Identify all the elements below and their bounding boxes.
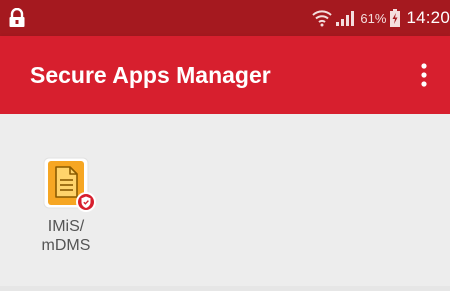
app-grid: IMiS/ mDMS [0, 114, 450, 291]
bottom-divider [0, 286, 450, 291]
status-bar: 61% 14:20 [0, 0, 450, 36]
app-title: Secure Apps Manager [30, 62, 271, 88]
battery-percent: 61% [360, 10, 387, 26]
document-icon [43, 157, 96, 212]
battery-charging-icon [390, 9, 401, 27]
app-label: IMiS/ mDMS [41, 218, 91, 254]
more-vert-icon[interactable] [412, 61, 436, 89]
signal-icon [336, 11, 355, 26]
app-bar: Secure Apps Manager [0, 36, 450, 114]
lock-icon [9, 8, 25, 27]
shield-badge-icon [76, 192, 96, 212]
status-clock: 14:20 [406, 8, 450, 27]
status-indicators: 61% 14:20 [311, 0, 450, 36]
app-tile-imis-mdms[interactable]: IMiS/ mDMS [24, 156, 108, 266]
wifi-icon [312, 10, 333, 27]
